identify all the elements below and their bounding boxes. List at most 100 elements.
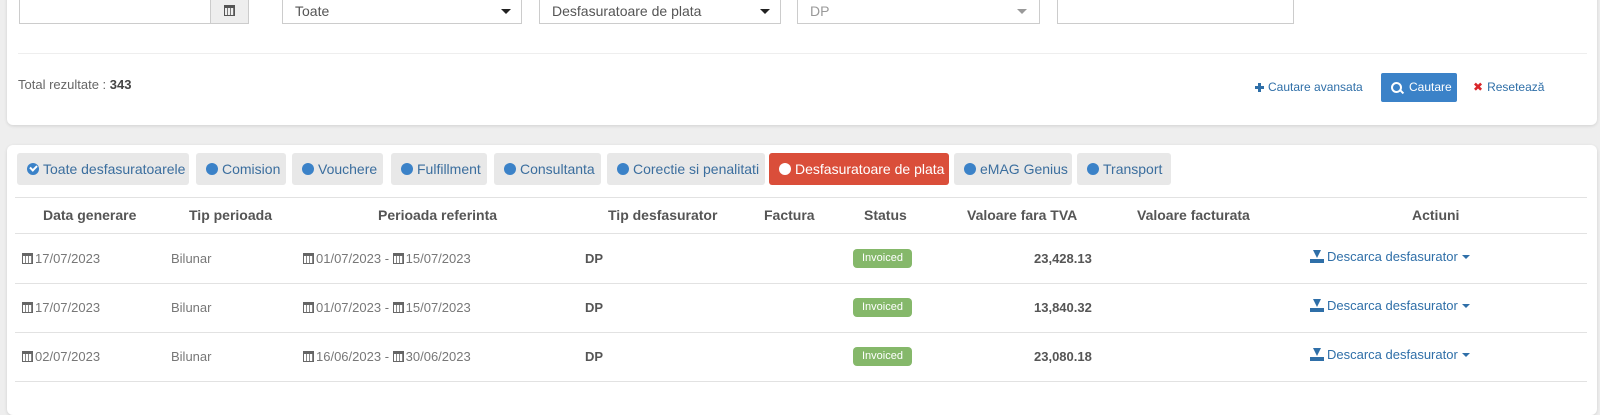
download-dropdown[interactable]: Descarca desfasurator — [1310, 249, 1470, 264]
cell-value: 23,080.18 — [1034, 349, 1092, 364]
tab-desfasuratoare-plata[interactable]: Desfasuratoare de plata — [769, 153, 949, 185]
calendar-icon — [22, 253, 33, 264]
circle-icon — [779, 163, 791, 175]
filter-panel: Toate Desfasuratoare de plata DP Total r… — [7, 0, 1597, 125]
cell-period-type: Bilunar — [171, 349, 212, 364]
tab-comision[interactable]: Comision — [196, 153, 286, 185]
filter-divider — [18, 53, 1587, 54]
type-select[interactable]: Desfasuratoare de plata — [539, 0, 781, 24]
date-value: 02/07/2023 — [35, 349, 101, 364]
tab-label: eMAG Genius — [980, 161, 1068, 177]
calendar-icon — [303, 253, 314, 264]
subtype-select-value: DP — [810, 3, 830, 19]
tab-vouchere[interactable]: Vouchere — [292, 153, 383, 185]
cell-period-range: 01/07/2023 - 15/07/2023 — [303, 300, 471, 315]
cell-date: 17/07/2023 — [22, 251, 100, 266]
advanced-search-button[interactable]: Cautare avansata — [1255, 80, 1363, 94]
period-from: 01/07/2023 — [316, 300, 382, 315]
period-select-value: Toate — [295, 3, 330, 19]
results-count: 343 — [109, 77, 132, 92]
col-data-generare[interactable]: Data generare — [43, 207, 136, 223]
table-row: 02/07/2023 Bilunar 16/06/2023 - 30/06/20… — [7, 332, 1597, 381]
download-dropdown[interactable]: Descarca desfasurator — [1310, 298, 1470, 313]
tab-label: Comision — [222, 161, 281, 177]
table-row: 17/07/2023 Bilunar 01/07/2023 - 15/07/20… — [7, 283, 1597, 332]
col-tip-perioada[interactable]: Tip perioada — [189, 207, 272, 223]
calendar-icon — [392, 253, 404, 264]
advanced-search-label: Cautare avansata — [1268, 80, 1363, 94]
col-status[interactable]: Status — [864, 207, 907, 223]
tab-consultanta[interactable]: Consultanta — [494, 153, 601, 185]
col-valoare-facturata[interactable]: Valoare facturata — [1137, 207, 1250, 223]
circle-icon — [617, 163, 629, 175]
extra-filter-input[interactable] — [1057, 0, 1294, 24]
tab-label: Corectie si penalitati — [633, 161, 760, 177]
check-circle-icon — [27, 163, 39, 175]
col-valoare-fara-tva[interactable]: Valoare fara TVA — [967, 207, 1077, 223]
cell-type: DP — [585, 251, 604, 266]
calendar-icon — [303, 351, 314, 362]
download-icon — [1310, 250, 1324, 263]
calendar-icon — [22, 351, 33, 362]
plus-icon — [1255, 83, 1264, 92]
caret-down-icon — [1461, 353, 1470, 357]
cell-type: DP — [585, 349, 604, 364]
date-value: 17/07/2023 — [35, 251, 101, 266]
col-factura[interactable]: Factura — [764, 207, 815, 223]
search-icon — [1391, 82, 1402, 93]
tab-corectie[interactable]: Corectie si penalitati — [607, 153, 765, 185]
search-button[interactable]: Cautare — [1381, 73, 1457, 102]
download-label: Descarca desfasurator — [1327, 347, 1458, 362]
close-icon: ✖ — [1473, 80, 1484, 94]
cell-date: 02/07/2023 — [22, 349, 100, 364]
download-label: Descarca desfasurator — [1327, 298, 1458, 313]
col-perioada-referinta[interactable]: Perioada referinta — [378, 207, 497, 223]
subtype-select[interactable]: DP — [797, 0, 1040, 24]
cell-period-type: Bilunar — [171, 300, 212, 315]
circle-icon — [1087, 163, 1099, 175]
tab-label: Transport — [1103, 161, 1163, 177]
caret-down-icon — [1461, 255, 1470, 259]
tab-label: Vouchere — [318, 161, 378, 177]
chevron-down-icon — [760, 9, 770, 14]
cell-value: 13,840.32 — [1034, 300, 1092, 315]
calendar-icon — [22, 302, 33, 313]
cell-period-type: Bilunar — [171, 251, 212, 266]
cell-value: 23,428.13 — [1034, 251, 1092, 266]
table-panel: Toate desfasuratoarele Comision Vouchere… — [7, 145, 1597, 415]
tab-label: Desfasuratoare de plata — [795, 161, 945, 177]
download-dropdown[interactable]: Descarca desfasurator — [1310, 347, 1470, 362]
row-divider — [15, 381, 1587, 382]
chevron-down-icon — [1017, 9, 1027, 14]
tab-transport[interactable]: Transport — [1077, 153, 1171, 185]
period-select[interactable]: Toate — [282, 0, 522, 24]
reset-label: Resetează — [1487, 80, 1545, 94]
period-to: 15/07/2023 — [405, 251, 471, 266]
cell-period-range: 01/07/2023 - 15/07/2023 — [303, 251, 471, 266]
status-badge: Invoiced — [853, 249, 912, 268]
tab-label: Fulfillment — [417, 161, 481, 177]
search-label: Cautare — [1409, 80, 1452, 94]
tab-all[interactable]: Toate desfasuratoarele — [17, 153, 189, 185]
date-filter-input[interactable] — [19, 0, 249, 24]
caret-down-icon — [1461, 304, 1470, 308]
circle-icon — [964, 163, 976, 175]
cell-type: DP — [585, 300, 604, 315]
tab-label: Consultanta — [520, 161, 595, 177]
download-label: Descarca desfasurator — [1327, 249, 1458, 264]
tab-label: Toate desfasuratoarele — [43, 161, 186, 177]
cell-period-range: 16/06/2023 - 30/06/2023 — [303, 349, 471, 364]
calendar-button[interactable] — [210, 0, 248, 23]
table-divider — [15, 197, 1587, 198]
tab-emag-genius[interactable]: eMAG Genius — [954, 153, 1072, 185]
calendar-icon — [224, 5, 235, 16]
date-value: 17/07/2023 — [35, 300, 101, 315]
circle-icon — [401, 163, 413, 175]
circle-icon — [206, 163, 218, 175]
col-tip-desfasurator[interactable]: Tip desfasurator — [608, 207, 717, 223]
chevron-down-icon — [501, 9, 511, 14]
tab-fulfillment[interactable]: Fulfillment — [391, 153, 487, 185]
reset-button[interactable]: ✖ Resetează — [1473, 80, 1544, 94]
circle-icon — [504, 163, 516, 175]
calendar-icon — [392, 351, 404, 362]
